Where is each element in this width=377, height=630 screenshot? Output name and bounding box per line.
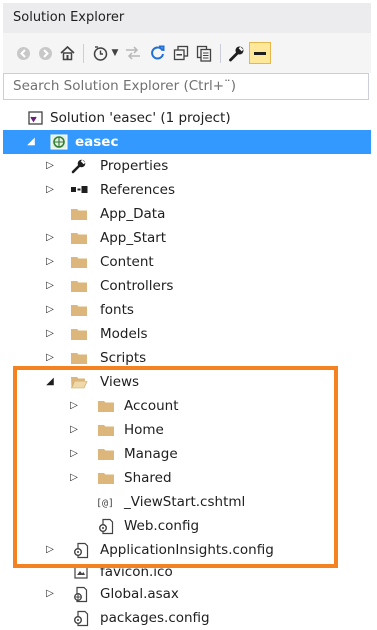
tree-item-label: References xyxy=(100,182,176,198)
collapsed-arrow-icon[interactable]: ▷ xyxy=(44,278,56,294)
collapsed-arrow-icon[interactable]: ▷ xyxy=(44,350,56,366)
toolbar-separator xyxy=(220,44,221,63)
tree-item-label: Properties xyxy=(100,158,169,174)
folder-icon xyxy=(69,253,89,271)
collapsed-arrow-icon[interactable]: ▷ xyxy=(44,302,56,318)
tree-item-app-data[interactable]: App_Data xyxy=(3,202,371,226)
collapsed-arrow-icon[interactable]: ▷ xyxy=(44,158,56,174)
tree-item-content[interactable]: ▷ Content xyxy=(3,250,371,274)
sync-with-active-document-icon[interactable] xyxy=(123,42,143,64)
tree-item-app-start[interactable]: ▷ App_Start xyxy=(3,226,371,250)
search-box xyxy=(3,73,369,100)
preview-selected-items-icon[interactable] xyxy=(249,42,271,64)
tree-item-label: easec xyxy=(75,134,119,150)
tree-item-label: Content xyxy=(100,254,154,270)
toolbar-separator xyxy=(83,44,84,63)
collapsed-arrow-icon[interactable]: ▷ xyxy=(44,326,56,342)
asax-file-icon xyxy=(71,585,91,603)
folder-icon xyxy=(69,277,89,295)
tree-item-label: Controllers xyxy=(100,278,174,294)
tree-item-packages-config[interactable]: packages.config xyxy=(3,606,371,630)
web-project-icon xyxy=(49,133,69,151)
folder-icon xyxy=(69,205,89,223)
folder-icon xyxy=(69,349,89,367)
tree-item-label: Global.asax xyxy=(100,586,179,602)
refresh-icon[interactable] xyxy=(148,42,168,64)
folder-icon xyxy=(69,229,89,247)
window-title: Solution Explorer xyxy=(13,10,125,25)
tree-item-global-asax[interactable]: ▷ Global.asax xyxy=(3,582,371,606)
tree-item-label: Solution 'easec' (1 project) xyxy=(50,110,231,126)
forward-icon[interactable] xyxy=(35,42,55,64)
tree-item-models[interactable]: ▷ Models xyxy=(3,322,371,346)
tree-item-label: Models xyxy=(100,326,148,342)
references-icon xyxy=(69,181,89,199)
tree-item-label: App_Start xyxy=(100,230,167,246)
tree-item-project[interactable]: ◢ easec xyxy=(3,130,371,154)
tree-item-label: Scripts xyxy=(100,350,147,366)
home-icon[interactable] xyxy=(57,42,77,64)
wrench-icon xyxy=(69,157,89,175)
expanded-arrow-icon[interactable]: ◢ xyxy=(25,134,37,150)
tree-item-properties[interactable]: ▷ Properties xyxy=(3,154,371,178)
folder-icon xyxy=(69,301,89,319)
pending-changes-filter-icon[interactable] xyxy=(90,42,110,64)
highlight-box xyxy=(13,366,338,568)
properties-wrench-icon[interactable] xyxy=(226,42,246,64)
show-all-files-icon[interactable] xyxy=(194,42,214,64)
collapse-all-icon[interactable] xyxy=(171,42,191,64)
back-icon[interactable] xyxy=(13,42,33,64)
collapsed-arrow-icon[interactable]: ▷ xyxy=(44,182,56,198)
tree-item-label: packages.config xyxy=(100,610,210,626)
dropdown-arrow-icon[interactable]: ▼ xyxy=(110,42,120,64)
tree-item-fonts[interactable]: ▷ fonts xyxy=(3,298,371,322)
collapsed-arrow-icon[interactable]: ▷ xyxy=(44,586,56,602)
solution-icon xyxy=(25,109,45,127)
folder-icon xyxy=(69,325,89,343)
collapsed-arrow-icon[interactable]: ▷ xyxy=(44,230,56,246)
solution-explorer-title-bar: Solution Explorer xyxy=(3,3,371,33)
search-input[interactable] xyxy=(4,74,363,98)
collapsed-arrow-icon[interactable]: ▷ xyxy=(44,254,56,270)
tree-item-controllers[interactable]: ▷ Controllers xyxy=(3,274,371,298)
tree-item-label: App_Data xyxy=(100,206,166,222)
tree-item-label: fonts xyxy=(100,302,134,318)
tree-item-solution[interactable]: Solution 'easec' (1 project) xyxy=(3,106,371,130)
solution-explorer-toolbar: ▼ xyxy=(3,33,371,73)
config-file-icon xyxy=(71,609,91,627)
tree-item-references[interactable]: ▷ References xyxy=(3,178,371,202)
